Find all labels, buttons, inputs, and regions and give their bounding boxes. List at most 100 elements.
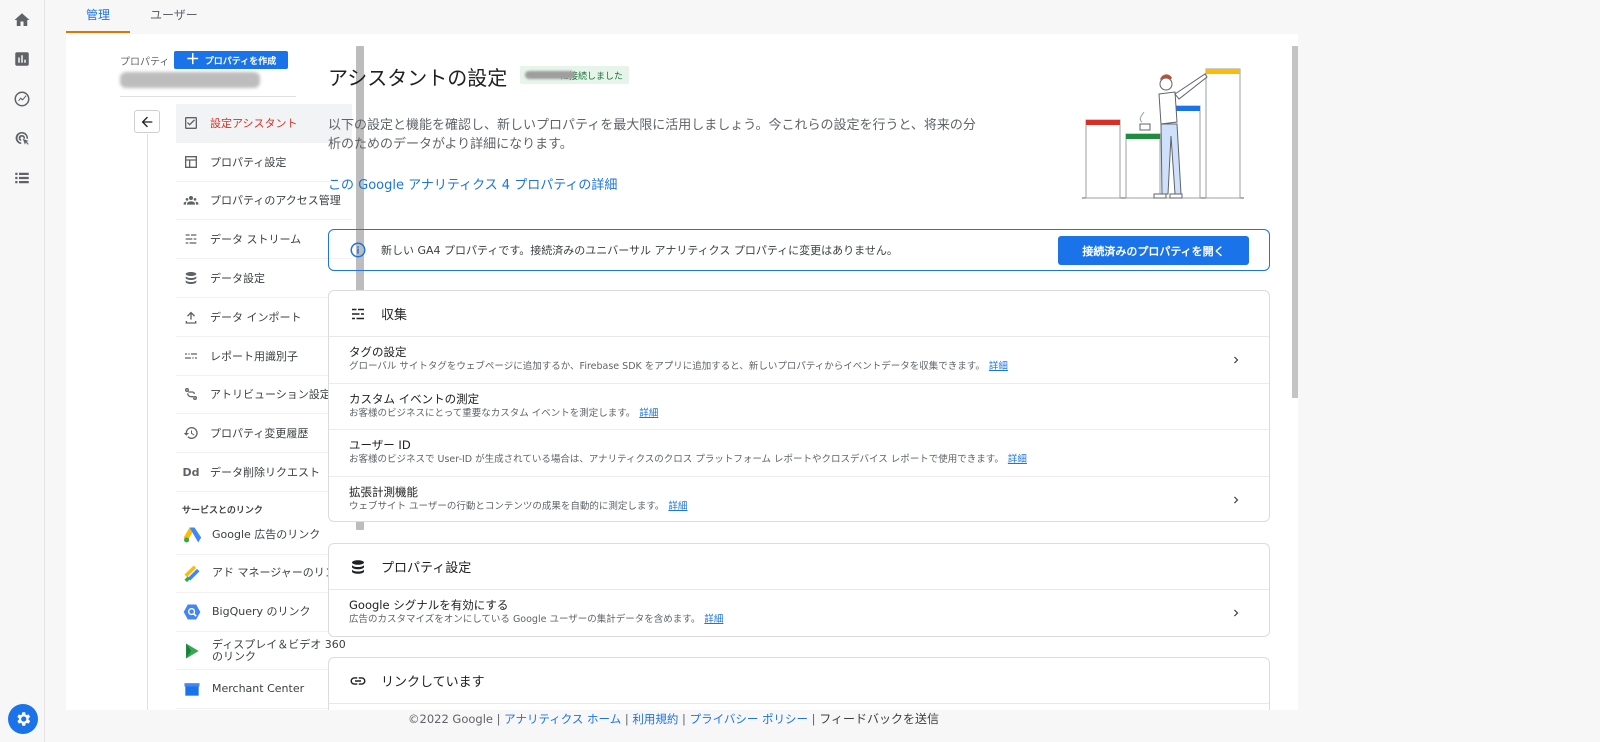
linking-card: リンクしています xyxy=(328,657,1270,710)
arrow-back-icon xyxy=(141,116,153,127)
linking-card-header: リンクしています xyxy=(329,658,1269,704)
redacted-property-name xyxy=(525,71,575,79)
bigquery-icon xyxy=(182,602,202,622)
setup-assistant-content: アシスタントの設定 に接続しました 以下の設定と機能を確認し、新しいプロパティを… xyxy=(328,34,1272,710)
dd-icon: Dd xyxy=(182,465,200,479)
create-property-button[interactable]: ＋ プロパティを作成 xyxy=(174,51,288,69)
checkbox-icon xyxy=(182,114,200,132)
learn-more-link[interactable]: 詳細 xyxy=(1008,454,1027,465)
user-id-row[interactable]: ユーザー ID お客様のビジネスで User-ID が生成されている場合は、アナ… xyxy=(329,430,1269,477)
card-title: リンクしています xyxy=(381,675,485,690)
nav-item-dv360-links[interactable]: ディスプレイ＆ビデオ 360 のリンク xyxy=(176,632,352,671)
chevron-right-icon[interactable] xyxy=(1229,605,1243,619)
streams-icon xyxy=(182,230,200,248)
collection-card-header: 収集 xyxy=(329,291,1269,337)
nav-item-label: BigQuery のリンク xyxy=(212,604,311,618)
nav-item-label: データ インポート xyxy=(210,310,302,324)
nav-item-label: レポート用識別子 xyxy=(210,349,298,363)
configure-icon[interactable] xyxy=(12,168,32,188)
row-description: 広告のカスタマイズをオンにしている Google ユーザーの集計データを含めます… xyxy=(349,613,1249,627)
nav-item-merchant-center-links[interactable]: Merchant Center xyxy=(176,670,352,709)
row-title: 拡張計測機能 xyxy=(349,484,418,499)
product-links-list: Google 広告のリンク アド マネージャーのリンク BigQuery のリン… xyxy=(176,516,352,709)
plus-icon: ＋ xyxy=(185,52,200,68)
explore-icon[interactable] xyxy=(12,89,32,109)
nav-item-label: プロパティ設定 xyxy=(210,155,287,169)
nav-item-label: データ設定 xyxy=(210,272,265,286)
nav-item-change-history[interactable]: プロパティ変更履歴 xyxy=(176,414,352,454)
send-feedback-link[interactable]: フィードバックを送信 xyxy=(819,712,939,726)
streams-icon xyxy=(352,308,364,319)
footer-link-privacy[interactable]: プライバシー ポリシー xyxy=(690,712,808,726)
enhanced-measurement-row[interactable]: 拡張計測機能 ウェブサイト ユーザーの行動とコンテンツの成果を自動的に測定します… xyxy=(329,477,1269,522)
nav-item-property-settings[interactable]: プロパティ設定 xyxy=(176,143,352,182)
row-description: お客様のビジネスにとって重要なカスタム イベントを測定します。 詳細 xyxy=(349,407,1249,421)
gear-icon xyxy=(17,712,31,726)
nav-item-label: データ削除リクエスト xyxy=(210,466,320,480)
chevron-right-icon[interactable] xyxy=(1229,492,1243,506)
collection-card: 収集 タグの設定 グローバル サイトタグをウェブページに追加するか、Fireba… xyxy=(328,290,1270,522)
tab-admin[interactable]: 管理 xyxy=(66,0,131,33)
nav-item-data-streams[interactable]: データ ストリーム xyxy=(176,220,352,260)
main-scrollbar[interactable] xyxy=(1292,46,1298,398)
nav-item-data-deletion[interactable]: Dd データ削除リクエスト xyxy=(176,453,352,492)
admin-panel: プロパティ ＋ プロパティを作成 設定アシスタント プロパティ設定 プロパティのア… xyxy=(66,34,1298,710)
learn-more-link[interactable]: 詳細 xyxy=(989,361,1008,372)
nav-item-ad-manager-links[interactable]: アド マネージャーのリンク xyxy=(176,555,352,594)
footer-link-analytics-home[interactable]: アナリティクス ホーム xyxy=(504,712,621,726)
nav-item-setup-assistant[interactable]: 設定アシスタント xyxy=(176,104,352,143)
merchant-icon xyxy=(182,679,202,699)
nav-item-bigquery-links[interactable]: BigQuery のリンク xyxy=(176,593,352,632)
row-title: ユーザー ID xyxy=(349,438,411,452)
custom-events-row[interactable]: カスタム イベントの測定 お客様のビジネスにとって重要なカスタム イベントを測定… xyxy=(329,384,1269,430)
people-icon xyxy=(182,191,200,209)
database-icon xyxy=(352,559,364,574)
footer-link-terms[interactable]: 利用規約 xyxy=(632,712,678,726)
nav-item-data-import[interactable]: データ インポート xyxy=(176,298,352,337)
layout-icon xyxy=(182,153,200,171)
nav-item-reporting-identity[interactable]: レポート用識別子 xyxy=(176,337,352,376)
card-title: 収集 xyxy=(381,308,408,323)
row-desc-text: ウェブサイト ユーザーの行動とコンテンツの成果を自動的に測定します。 xyxy=(349,500,665,512)
attribution-icon xyxy=(182,385,200,403)
chevron-right-icon[interactable] xyxy=(1229,352,1243,366)
nav-item-data-settings[interactable]: データ設定 xyxy=(176,259,352,298)
dv360-icon xyxy=(182,641,202,661)
advertising-icon[interactable] xyxy=(12,128,32,148)
property-nav-list: 設定アシスタント プロパティ設定 プロパティのアクセス管理 データ ストリーム … xyxy=(176,104,352,492)
google-signals-row[interactable]: Google シグナルを有効にする 広告のカスタマイズをオンにしている Goog… xyxy=(329,590,1269,636)
home-icon[interactable] xyxy=(12,10,32,30)
nav-item-label: プロパティのアクセス管理 xyxy=(210,194,341,208)
open-connected-property-button[interactable]: 接続済みのプロパティを開く xyxy=(1058,236,1249,265)
learn-more-link[interactable]: 詳細 xyxy=(704,614,723,625)
admin-settings-button[interactable] xyxy=(8,704,38,734)
learn-more-link[interactable]: 詳細 xyxy=(639,408,658,419)
upload-icon xyxy=(182,308,200,326)
reports-icon[interactable] xyxy=(12,49,32,69)
row-desc-text: グローバル サイトタグをウェブページに追加するか、Firebase SDK をア… xyxy=(349,361,985,372)
property-selector-redacted[interactable] xyxy=(120,72,260,88)
nav-item-access-management[interactable]: プロパティのアクセス管理 xyxy=(176,182,352,221)
row-title: タグの設定 xyxy=(349,345,407,359)
row-description: グローバル サイトタグをウェブページに追加するか、Firebase SDK をア… xyxy=(349,360,1249,374)
row-description: ウェブサイト ユーザーの行動とコンテンツの成果を自動的に測定します。 詳細 xyxy=(349,500,1249,514)
property-settings-card-header: プロパティ設定 xyxy=(329,544,1269,590)
ga4-details-link[interactable]: この Google アナリティクス 4 プロパティの詳細 xyxy=(328,174,617,193)
google-ads-icon xyxy=(182,525,202,545)
info-banner: 新しい GA4 プロパティです。接続済みのユニバーサル アナリティクス プロパテ… xyxy=(328,229,1270,271)
back-button[interactable] xyxy=(134,110,160,133)
tag-setup-row[interactable]: タグの設定 グローバル サイトタグをウェブページに追加するか、Firebase … xyxy=(329,337,1269,384)
learn-more-link[interactable]: 詳細 xyxy=(668,501,687,512)
nav-item-google-ads-links[interactable]: Google 広告のリンク xyxy=(176,516,352,555)
tab-users[interactable]: ユーザー xyxy=(130,0,218,33)
database-icon xyxy=(182,269,200,287)
row-desc-text: 広告のカスタマイズをオンにしている Google ユーザーの集計データを含めます… xyxy=(349,614,701,625)
nav-item-attribution-settings[interactable]: アトリビューション設定 xyxy=(176,376,352,415)
intro-text: 以下の設定と機能を確認し、新しいプロパティを最大限に活用しましょう。今これらの設… xyxy=(328,118,976,152)
top-tabs: 管理 ユーザー xyxy=(66,0,218,33)
nav-item-label: データ ストリーム xyxy=(210,233,302,247)
nav-item-label: アトリビューション設定 xyxy=(210,388,331,402)
ad-manager-icon xyxy=(182,563,202,583)
info-icon xyxy=(350,242,366,258)
identity-icon xyxy=(182,347,200,365)
